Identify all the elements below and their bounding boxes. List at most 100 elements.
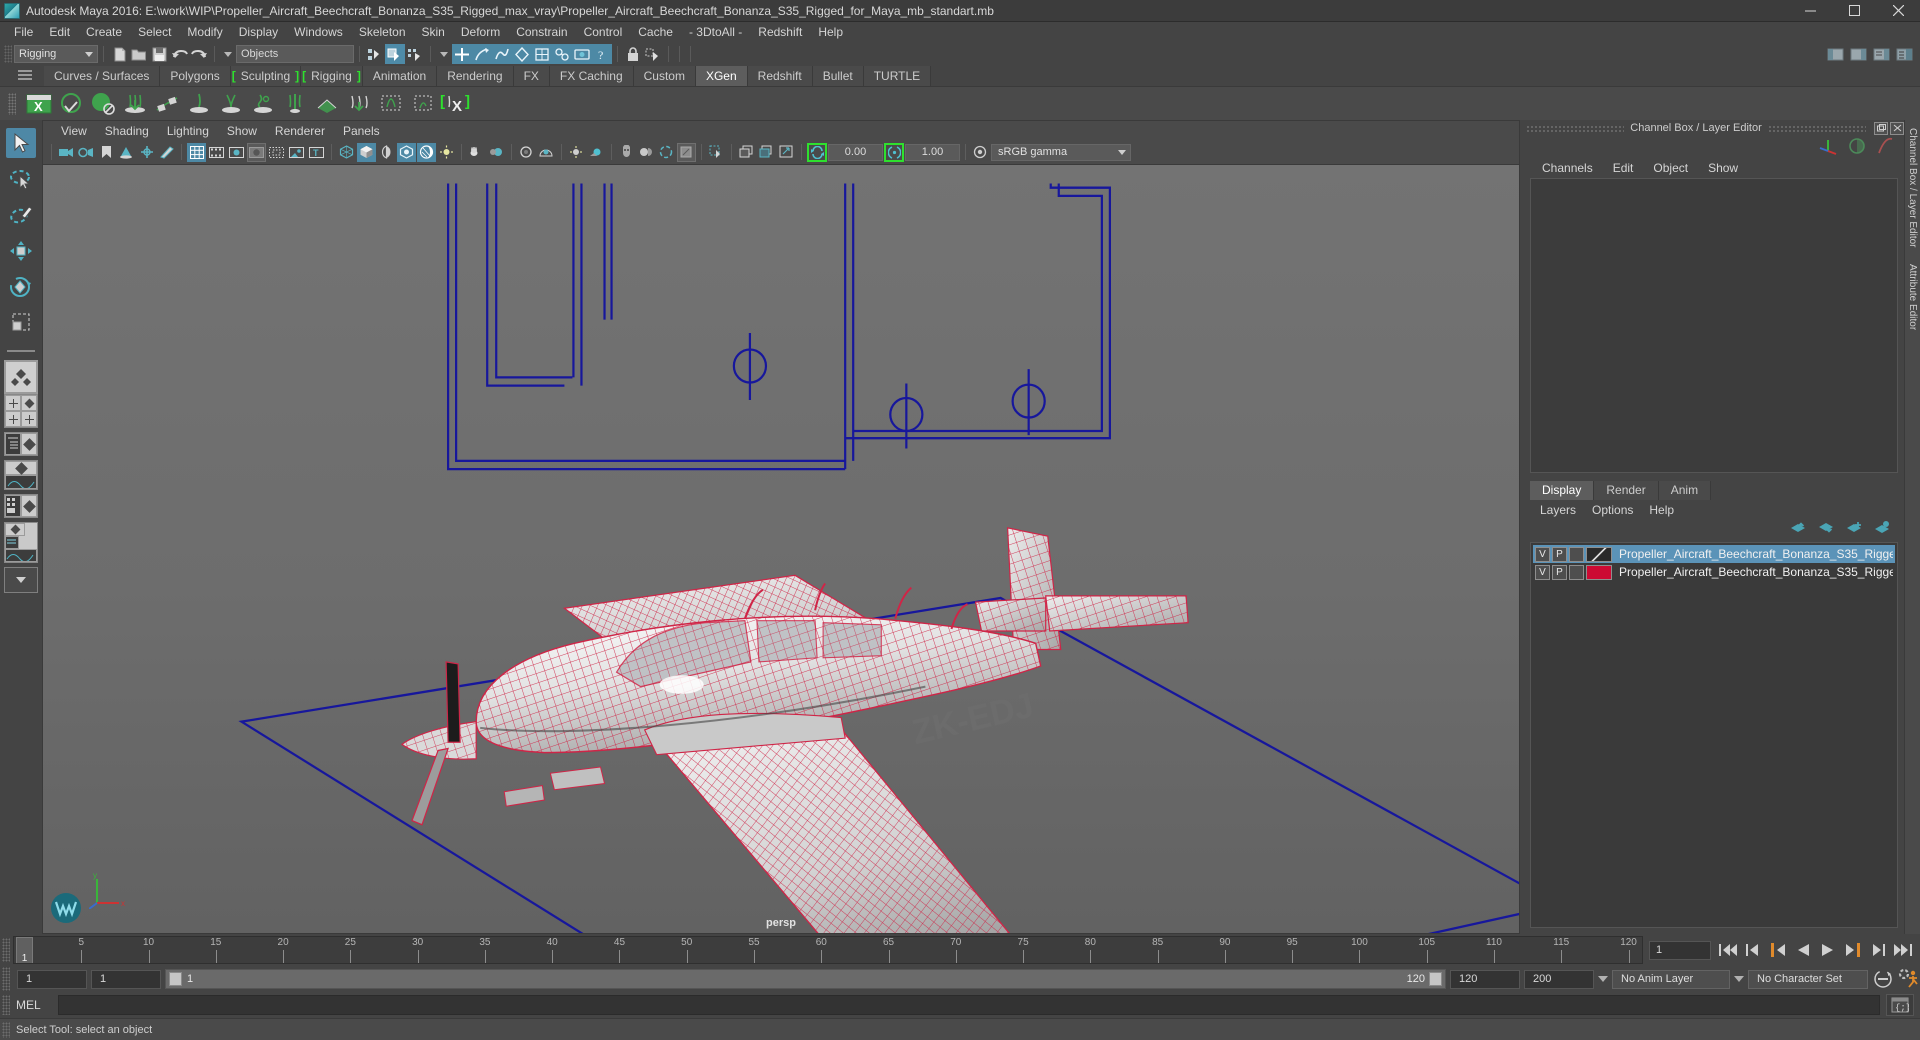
layer-editor-menu[interactable]: Layers Options Help	[1520, 500, 1904, 520]
vertical-tab-channel-box[interactable]: Channel Box / Layer Editor	[1907, 120, 1918, 256]
region-map-icon[interactable]	[408, 89, 438, 119]
more-layouts-button[interactable]	[4, 567, 38, 593]
poly-mask-button[interactable]	[512, 44, 532, 64]
shelf-tab-xgen[interactable]: XGen	[695, 66, 748, 86]
create-description-icon[interactable]	[56, 89, 86, 119]
panel-drag-handle[interactable]	[1767, 124, 1866, 132]
persp-graph-layout-button[interactable]	[4, 460, 38, 490]
mesh-export-icon[interactable]	[344, 89, 374, 119]
shelf-tab-custom[interactable]: Custom	[633, 66, 696, 86]
layer-visibility-toggle[interactable]: V	[1535, 564, 1550, 580]
shelf-tab-rendering[interactable]: Rendering	[437, 66, 514, 86]
cut-modifier-icon[interactable]	[280, 89, 310, 119]
surface-mask-button[interactable]	[492, 44, 512, 64]
multisample-icon[interactable]	[487, 143, 506, 162]
current-time-indicator[interactable]: 1	[16, 937, 33, 963]
playback-end-field[interactable]: 120	[1450, 969, 1520, 989]
curve-mask-button[interactable]	[472, 44, 492, 64]
safe-title-icon[interactable]: T	[307, 143, 326, 162]
step-back-keyframe-button[interactable]	[1742, 940, 1764, 960]
menu-item-modify[interactable]: Modify	[179, 22, 230, 42]
handle-mask-button[interactable]	[452, 44, 472, 64]
auto-keyframe-button[interactable]	[1872, 969, 1894, 989]
selection-mask-field[interactable]: Objects	[236, 45, 354, 63]
lock-button[interactable]	[623, 44, 643, 64]
show-hide-attribute-editor-button[interactable]	[1848, 44, 1868, 64]
layer-color-swatch[interactable]	[1586, 564, 1612, 580]
layer-menu-help[interactable]: Help	[1641, 503, 1682, 517]
bookmark-icon[interactable]	[97, 143, 116, 162]
selection-mask-dropdown-icon[interactable]	[224, 51, 232, 57]
help-line-grip[interactable]	[2, 1021, 10, 1038]
camera-attributes-icon[interactable]	[77, 143, 96, 162]
close-panel-button[interactable]	[1890, 121, 1904, 135]
noise-modifier-icon[interactable]	[248, 89, 278, 119]
deformer-mask-button[interactable]	[552, 44, 572, 64]
menu-item-create[interactable]: Create	[78, 22, 130, 42]
anim-layer-dropdown-icon[interactable]	[1598, 976, 1608, 982]
rotate-channel-icon[interactable]	[1848, 137, 1866, 158]
convert-primitives-icon[interactable]	[152, 89, 182, 119]
shelf-tab-turtle[interactable]: TURTLE	[863, 66, 932, 86]
hypershade-persp-layout-button[interactable]	[4, 494, 38, 518]
light-preview-icon[interactable]	[567, 143, 586, 162]
range-slider-track[interactable]: 1 120	[165, 969, 1446, 989]
color-management-icon[interactable]	[971, 143, 990, 162]
range-slider-grip[interactable]	[2, 967, 10, 991]
preview-generate-icon[interactable]	[88, 89, 118, 119]
shelf-tab-rigging[interactable]: Rigging	[301, 66, 363, 86]
channel-box-menu-edit[interactable]: Edit	[1603, 161, 1644, 175]
select-by-component-button[interactable]	[405, 44, 425, 64]
perspective-viewport[interactable]: ZK-EDJ persp y x	[42, 164, 1520, 934]
layer-menu-options[interactable]: Options	[1584, 503, 1641, 517]
shade-selected-icon[interactable]	[377, 143, 396, 162]
command-language-label[interactable]: MEL	[16, 998, 58, 1012]
select-light-icon[interactable]	[587, 143, 606, 162]
menu-item-edit[interactable]: Edit	[41, 22, 78, 42]
shelf-menu-icon[interactable]	[18, 70, 32, 82]
go-to-end-button[interactable]	[1892, 940, 1914, 960]
layer-row-1[interactable]: V P Propeller_Aircraft_Beechcraft_Bonanz…	[1533, 563, 1895, 581]
layer-menu-layers[interactable]: Layers	[1532, 503, 1584, 517]
go-to-start-button[interactable]	[1717, 940, 1739, 960]
layer-visibility-toggle[interactable]: V	[1535, 546, 1550, 562]
layer-tab-render[interactable]: Render	[1594, 481, 1659, 500]
scale-tool-button[interactable]	[6, 308, 36, 338]
menu-item-3dtoall[interactable]: - 3DtoAll -	[681, 22, 750, 42]
play-forwards-button[interactable]	[1817, 940, 1839, 960]
viewport-menu-bar[interactable]: View Shading Lighting Show Renderer Pane…	[42, 120, 1520, 140]
menu-item-deform[interactable]: Deform	[453, 22, 508, 42]
snap-to-grid-button[interactable]	[643, 44, 663, 64]
channel-box-menu-show[interactable]: Show	[1698, 161, 1748, 175]
layer-row-0[interactable]: V P Propeller_Aircraft_Beechcraft_Bonanz…	[1533, 545, 1895, 563]
minimize-button[interactable]	[1788, 0, 1832, 22]
2d-pan-zoom-icon[interactable]	[137, 143, 156, 162]
maximize-button[interactable]	[1832, 0, 1876, 22]
current-frame-field[interactable]: 1	[1649, 940, 1711, 960]
layer-name[interactable]: Propeller_Aircraft_Beechcraft_Bonanza_S3…	[1619, 547, 1893, 561]
panel-drag-handle[interactable]	[1526, 124, 1625, 132]
shelf-tab-polygons[interactable]: Polygons	[160, 66, 231, 86]
place-guides-icon[interactable]	[184, 89, 214, 119]
add-grooming-icon[interactable]	[120, 89, 150, 119]
show-hide-tool-settings-button[interactable]	[1871, 44, 1891, 64]
film-gate-icon[interactable]	[207, 143, 226, 162]
menu-item-cache[interactable]: Cache	[630, 22, 681, 42]
xgen-editor-icon[interactable]: X	[24, 89, 54, 119]
redo-button[interactable]	[189, 44, 209, 64]
animation-preferences-button[interactable]	[1898, 969, 1920, 989]
use-all-lights-icon[interactable]	[397, 142, 416, 162]
move-tool-button[interactable]	[6, 236, 36, 266]
resolution-gate-icon[interactable]	[227, 143, 246, 162]
layer-tab-anim[interactable]: Anim	[1658, 481, 1712, 500]
layer-color-swatch[interactable]	[1586, 546, 1612, 562]
safe-action-icon[interactable]	[287, 143, 306, 162]
clump-modifier-icon[interactable]	[216, 89, 246, 119]
mask-dropdown-icon[interactable]	[440, 51, 448, 57]
channel-box-attribute-list[interactable]	[1530, 178, 1898, 473]
shelf-tab-animation[interactable]: Animation	[362, 66, 438, 86]
guide-animation-icon[interactable]	[376, 89, 406, 119]
menu-item-help[interactable]: Help	[810, 22, 851, 42]
undo-button[interactable]	[169, 44, 189, 64]
image-plane-icon[interactable]	[117, 143, 136, 162]
